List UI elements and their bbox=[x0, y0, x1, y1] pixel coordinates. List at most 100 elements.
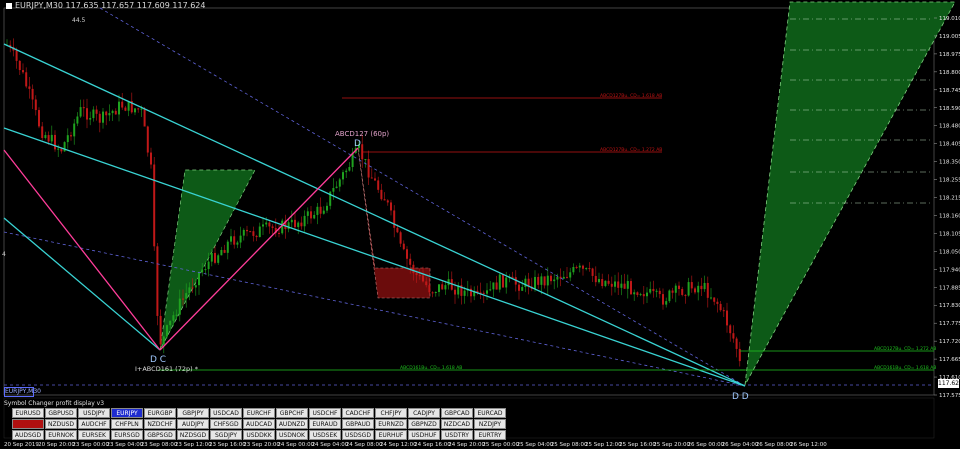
candle-body bbox=[50, 134, 53, 142]
candle-body bbox=[700, 285, 703, 290]
symbol-button-usdhuf[interactable]: USDHUF bbox=[408, 430, 440, 440]
candle-body bbox=[655, 290, 658, 292]
symbol-button-eurchf[interactable]: EURCHF bbox=[243, 408, 275, 418]
candle-body bbox=[38, 110, 40, 127]
symbol-button-usdsgd[interactable]: USDSGD bbox=[342, 430, 374, 440]
symbol-button-cadchf[interactable]: CADCHF bbox=[342, 408, 374, 418]
price-label: 118.160 bbox=[939, 213, 960, 219]
candle-body bbox=[242, 229, 245, 236]
time-label: 26 Sep 08:00 bbox=[756, 442, 793, 448]
symbol-button-eurjpy[interactable]: EURJPY bbox=[111, 408, 143, 418]
candle-body bbox=[735, 338, 738, 349]
symbol-button-audjpy[interactable]: AUDJPY bbox=[177, 419, 209, 429]
symbol-button-usddkk[interactable]: USDDKK bbox=[243, 430, 275, 440]
price-label: 118.405 bbox=[939, 142, 960, 148]
symbol-button-audnzd[interactable]: AUDNZD bbox=[276, 419, 308, 429]
symbol-button-chfpln[interactable]: CHFPLN bbox=[111, 419, 143, 429]
symbol-button-audsgd[interactable]: AUDSGD bbox=[12, 430, 44, 440]
candle-body bbox=[300, 222, 303, 227]
candle-body bbox=[319, 206, 322, 214]
price-label: 117.885 bbox=[939, 285, 960, 291]
candle-body bbox=[505, 277, 508, 288]
symbol-button-nzdcad[interactable]: NZDCAD bbox=[441, 419, 473, 429]
candle-body bbox=[370, 177, 373, 179]
symbol-button-eurnzd[interactable]: EURNZD bbox=[375, 419, 407, 429]
time-label: 25 Sep 04:00 bbox=[517, 442, 554, 448]
symbol-button-gbpcad[interactable]: GBPCAD bbox=[441, 408, 473, 418]
symbol-button-eurcad[interactable]: EURCAD bbox=[474, 408, 506, 418]
candle-body bbox=[383, 199, 386, 201]
candle-body bbox=[262, 224, 264, 227]
symbol-button-usdsek[interactable]: USDSEK bbox=[309, 430, 341, 440]
candle-body bbox=[617, 281, 620, 288]
symbol-button-nzdusd[interactable]: NZDUSD bbox=[45, 419, 77, 429]
time-label: 23 Sep 16:00 bbox=[209, 442, 246, 448]
symbol-button-euraud[interactable]: EURAUD bbox=[309, 419, 341, 429]
candle-body bbox=[652, 288, 655, 292]
symbol-button-eursek[interactable]: EURSEK bbox=[78, 430, 110, 440]
candle-body bbox=[406, 249, 408, 259]
symbol-button-audcad[interactable]: AUDCAD bbox=[243, 419, 275, 429]
symbol-button-eursgd[interactable]: EURSGD bbox=[111, 430, 143, 440]
candle-body bbox=[502, 274, 504, 288]
symbol-button-eurtry[interactable]: EURTRY bbox=[474, 430, 506, 440]
candle-body bbox=[31, 88, 34, 100]
symbol-button-gbpusd[interactable]: GBPUSD bbox=[45, 408, 77, 418]
candle-body bbox=[402, 243, 405, 250]
symbol-button-gbpchf[interactable]: GBPCHF bbox=[276, 408, 308, 418]
symbol-button-chfsgd[interactable]: CHFSGD bbox=[210, 419, 242, 429]
symbol-button-gbpsgd[interactable]: GBPSGD bbox=[144, 430, 176, 440]
symbol-button-usdtry[interactable]: USDTRY bbox=[441, 430, 473, 440]
symbol-button-usdjpy[interactable]: USDJPY bbox=[78, 408, 110, 418]
candle-body bbox=[444, 285, 447, 290]
candle-body bbox=[188, 287, 191, 294]
candle-body bbox=[422, 275, 424, 282]
symbol-button-sgdjpy[interactable]: SGDJPY bbox=[210, 430, 242, 440]
symbol-button-gbpnzd[interactable]: GBPNZD bbox=[408, 419, 440, 429]
symbol-button-audchf[interactable]: AUDCHF bbox=[78, 419, 110, 429]
candle-body bbox=[639, 294, 642, 296]
price-label: 118.590 bbox=[939, 106, 960, 112]
candle-body bbox=[28, 86, 31, 89]
candle-body bbox=[732, 333, 735, 339]
candle-body bbox=[511, 276, 514, 278]
symbol-button-eurnok[interactable]: EURNOK bbox=[45, 430, 77, 440]
symbol-button-gbpjpy[interactable]: GBPJPY bbox=[177, 408, 209, 418]
candle-body bbox=[150, 152, 152, 165]
symbol-button-eurgbp[interactable]: EURGBP bbox=[144, 408, 176, 418]
candle-body bbox=[124, 107, 127, 111]
symbol-square-icon bbox=[6, 2, 12, 9]
candle-body bbox=[722, 310, 725, 312]
symbol-button-usdchf[interactable]: USDCHF bbox=[309, 408, 341, 418]
symbol-button-nzdsgd[interactable]: NZDSGD bbox=[177, 430, 209, 440]
candle-body bbox=[668, 290, 671, 302]
candle-body bbox=[713, 297, 716, 302]
top-left-number: 44.5 bbox=[72, 17, 86, 24]
symbol-button-nzdchf[interactable]: NZDCHF bbox=[144, 419, 176, 429]
price-chart[interactable]: 119.010 119.005 118.975 118.800 118.745 118.5… bbox=[0, 0, 960, 449]
symbol-button-cadjpy[interactable]: CADJPY bbox=[408, 408, 440, 418]
symbol-button-gbpaud[interactable]: GBPAUD bbox=[342, 419, 374, 429]
candle-body bbox=[198, 272, 200, 286]
symbol-button-audusd[interactable]: AUDUSD bbox=[12, 419, 44, 429]
candle-body bbox=[719, 303, 722, 311]
candle-body bbox=[316, 206, 319, 215]
symbol-button-eurusd[interactable]: EURUSD bbox=[12, 408, 44, 418]
symbol-button-eurhuf[interactable]: EURHUF bbox=[375, 430, 407, 440]
candle-body bbox=[585, 268, 588, 270]
candle-body bbox=[543, 276, 546, 286]
symbol-button-nzdjpy[interactable]: NZDJPY bbox=[474, 419, 506, 429]
price-label: 118.050 bbox=[939, 249, 960, 255]
candle-body bbox=[108, 113, 111, 116]
symbol-chip[interactable]: EURJPY,M30 bbox=[4, 387, 41, 397]
candle-body bbox=[521, 287, 524, 291]
candle-body bbox=[214, 252, 216, 263]
candle-body bbox=[34, 99, 37, 111]
symbol-button-usdnok[interactable]: USDNOK bbox=[276, 430, 308, 440]
symbol-button-usdcad[interactable]: USDCAD bbox=[210, 408, 242, 418]
time-label: 26 Sep 12:00 bbox=[790, 442, 827, 448]
symbol-button-chfjpy[interactable]: CHFJPY bbox=[375, 408, 407, 418]
price-label: 119.005 bbox=[939, 34, 960, 40]
candle-body bbox=[665, 301, 668, 305]
candle-body bbox=[326, 205, 328, 211]
